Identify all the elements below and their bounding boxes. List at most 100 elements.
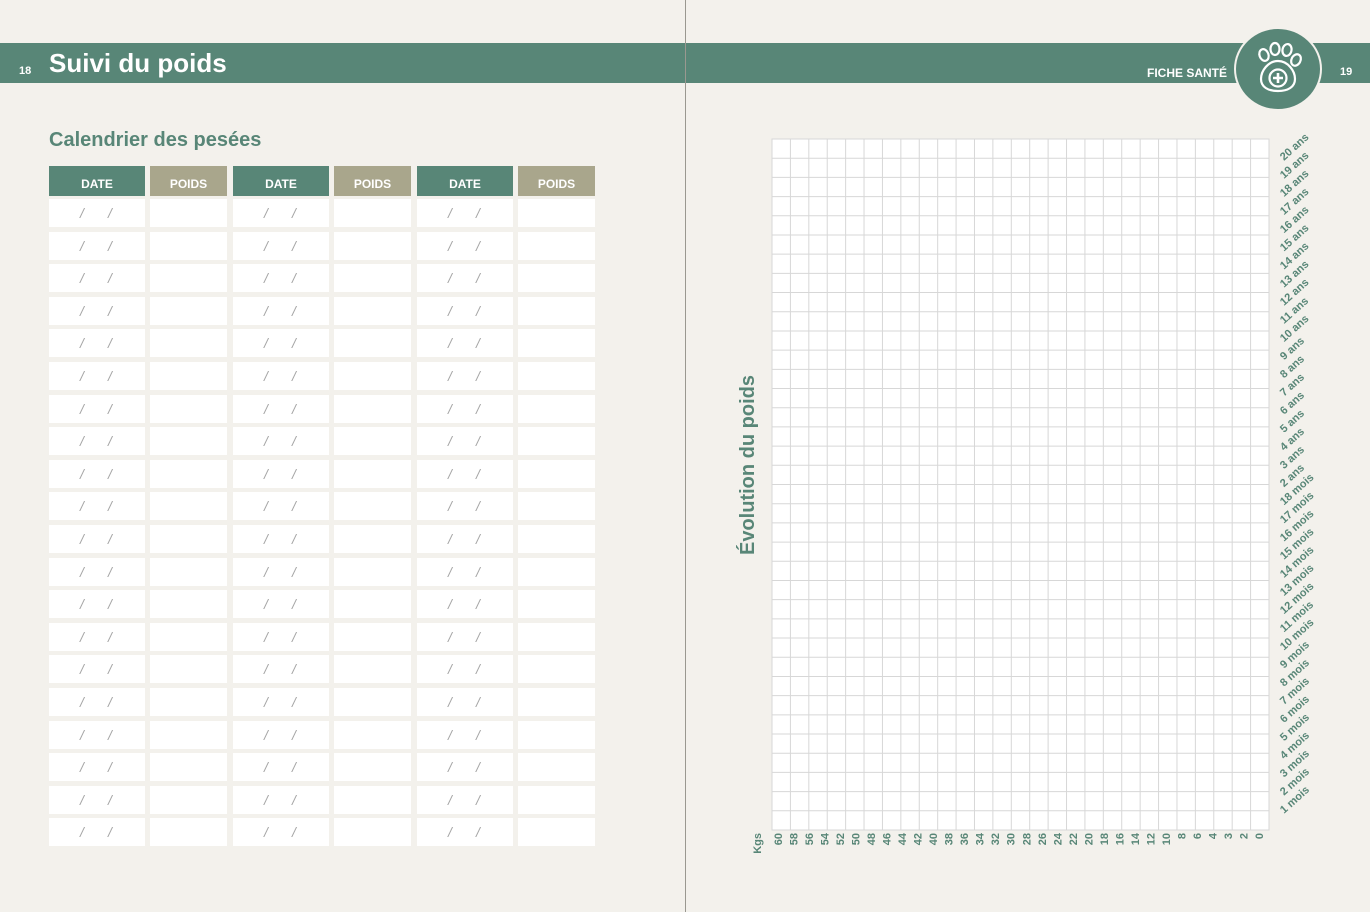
weight-entry-cell[interactable] — [150, 492, 227, 521]
weight-entry-cell[interactable] — [150, 394, 227, 423]
weight-entry-cell[interactable] — [518, 362, 595, 390]
weight-entry-cell[interactable] — [518, 329, 595, 358]
date-entry-cell[interactable]: / / — [233, 231, 329, 260]
weight-entry-cell[interactable] — [150, 199, 227, 227]
date-entry-cell[interactable]: / / — [233, 590, 329, 619]
date-entry-cell[interactable]: / / — [233, 329, 329, 358]
weight-entry-cell[interactable] — [518, 525, 595, 553]
weight-entry-cell[interactable] — [518, 394, 595, 423]
date-entry-cell[interactable]: / / — [417, 459, 513, 488]
date-entry-cell[interactable]: / / — [417, 199, 513, 227]
date-entry-cell[interactable]: / / — [49, 590, 145, 619]
weight-entry-cell[interactable] — [518, 590, 595, 619]
date-entry-cell[interactable]: / / — [233, 199, 329, 227]
weight-entry-cell[interactable] — [334, 688, 411, 716]
date-entry-cell[interactable]: / / — [49, 329, 145, 358]
weight-entry-cell[interactable] — [150, 296, 227, 325]
date-entry-cell[interactable]: / / — [417, 329, 513, 358]
date-entry-cell[interactable]: / / — [417, 427, 513, 456]
date-entry-cell[interactable]: / / — [49, 264, 145, 293]
weight-entry-cell[interactable] — [334, 264, 411, 293]
date-entry-cell[interactable]: / / — [233, 459, 329, 488]
date-entry-cell[interactable]: / / — [49, 525, 145, 553]
weight-entry-cell[interactable] — [334, 557, 411, 586]
date-entry-cell[interactable]: / / — [49, 296, 145, 325]
weight-entry-cell[interactable] — [334, 785, 411, 814]
weight-entry-cell[interactable] — [334, 590, 411, 619]
date-entry-cell[interactable]: / / — [49, 720, 145, 749]
weight-entry-cell[interactable] — [150, 753, 227, 782]
date-entry-cell[interactable]: / / — [233, 785, 329, 814]
date-entry-cell[interactable]: / / — [233, 296, 329, 325]
weight-entry-cell[interactable] — [518, 492, 595, 521]
weight-entry-cell[interactable] — [518, 785, 595, 814]
date-entry-cell[interactable]: / / — [417, 296, 513, 325]
date-entry-cell[interactable]: / / — [417, 655, 513, 684]
weight-entry-cell[interactable] — [150, 362, 227, 390]
weight-entry-cell[interactable] — [518, 459, 595, 488]
date-entry-cell[interactable]: / / — [417, 720, 513, 749]
weight-entry-cell[interactable] — [334, 394, 411, 423]
weight-entry-cell[interactable] — [334, 622, 411, 651]
weight-entry-cell[interactable] — [334, 525, 411, 553]
date-entry-cell[interactable]: / / — [417, 525, 513, 553]
date-entry-cell[interactable]: / / — [49, 459, 145, 488]
date-entry-cell[interactable]: / / — [49, 753, 145, 782]
date-entry-cell[interactable]: / / — [233, 492, 329, 521]
weight-entry-cell[interactable] — [334, 427, 411, 456]
weight-entry-cell[interactable] — [334, 818, 411, 847]
date-entry-cell[interactable]: / / — [417, 622, 513, 651]
date-entry-cell[interactable]: / / — [417, 231, 513, 260]
date-entry-cell[interactable]: / / — [233, 394, 329, 423]
date-entry-cell[interactable]: / / — [49, 394, 145, 423]
date-entry-cell[interactable]: / / — [49, 557, 145, 586]
weight-entry-cell[interactable] — [518, 622, 595, 651]
weight-entry-cell[interactable] — [518, 427, 595, 456]
date-entry-cell[interactable]: / / — [49, 622, 145, 651]
date-entry-cell[interactable]: / / — [417, 557, 513, 586]
date-entry-cell[interactable]: / / — [417, 362, 513, 390]
weight-entry-cell[interactable] — [518, 296, 595, 325]
weight-entry-cell[interactable] — [150, 231, 227, 260]
date-entry-cell[interactable]: / / — [417, 492, 513, 521]
weight-entry-cell[interactable] — [518, 264, 595, 293]
date-entry-cell[interactable]: / / — [417, 264, 513, 293]
weight-entry-cell[interactable] — [150, 720, 227, 749]
weight-entry-cell[interactable] — [518, 818, 595, 847]
date-entry-cell[interactable]: / / — [49, 492, 145, 521]
weight-entry-cell[interactable] — [150, 622, 227, 651]
weight-entry-cell[interactable] — [518, 557, 595, 586]
date-entry-cell[interactable]: / / — [417, 753, 513, 782]
weight-entry-cell[interactable] — [334, 492, 411, 521]
date-entry-cell[interactable]: / / — [233, 427, 329, 456]
weight-entry-cell[interactable] — [518, 655, 595, 684]
weight-entry-cell[interactable] — [150, 459, 227, 488]
weight-entry-cell[interactable] — [334, 362, 411, 390]
date-entry-cell[interactable]: / / — [49, 818, 145, 847]
weight-entry-cell[interactable] — [518, 688, 595, 716]
weight-entry-cell[interactable] — [150, 688, 227, 716]
date-entry-cell[interactable]: / / — [417, 590, 513, 619]
date-entry-cell[interactable]: / / — [417, 688, 513, 716]
weight-entry-cell[interactable] — [334, 329, 411, 358]
weight-entry-cell[interactable] — [150, 329, 227, 358]
date-entry-cell[interactable]: / / — [233, 720, 329, 749]
weight-entry-cell[interactable] — [334, 655, 411, 684]
weight-entry-cell[interactable] — [518, 231, 595, 260]
date-entry-cell[interactable]: / / — [49, 427, 145, 456]
date-entry-cell[interactable]: / / — [233, 655, 329, 684]
weight-entry-cell[interactable] — [334, 199, 411, 227]
date-entry-cell[interactable]: / / — [417, 818, 513, 847]
weight-entry-cell[interactable] — [334, 459, 411, 488]
date-entry-cell[interactable]: / / — [417, 785, 513, 814]
weight-entry-cell[interactable] — [518, 199, 595, 227]
weight-entry-cell[interactable] — [150, 818, 227, 847]
weight-entry-cell[interactable] — [150, 785, 227, 814]
date-entry-cell[interactable]: / / — [49, 199, 145, 227]
date-entry-cell[interactable]: / / — [49, 655, 145, 684]
date-entry-cell[interactable]: / / — [49, 785, 145, 814]
weight-entry-cell[interactable] — [150, 557, 227, 586]
date-entry-cell[interactable]: / / — [49, 362, 145, 390]
weight-entry-cell[interactable] — [150, 264, 227, 293]
weight-entry-cell[interactable] — [150, 525, 227, 553]
